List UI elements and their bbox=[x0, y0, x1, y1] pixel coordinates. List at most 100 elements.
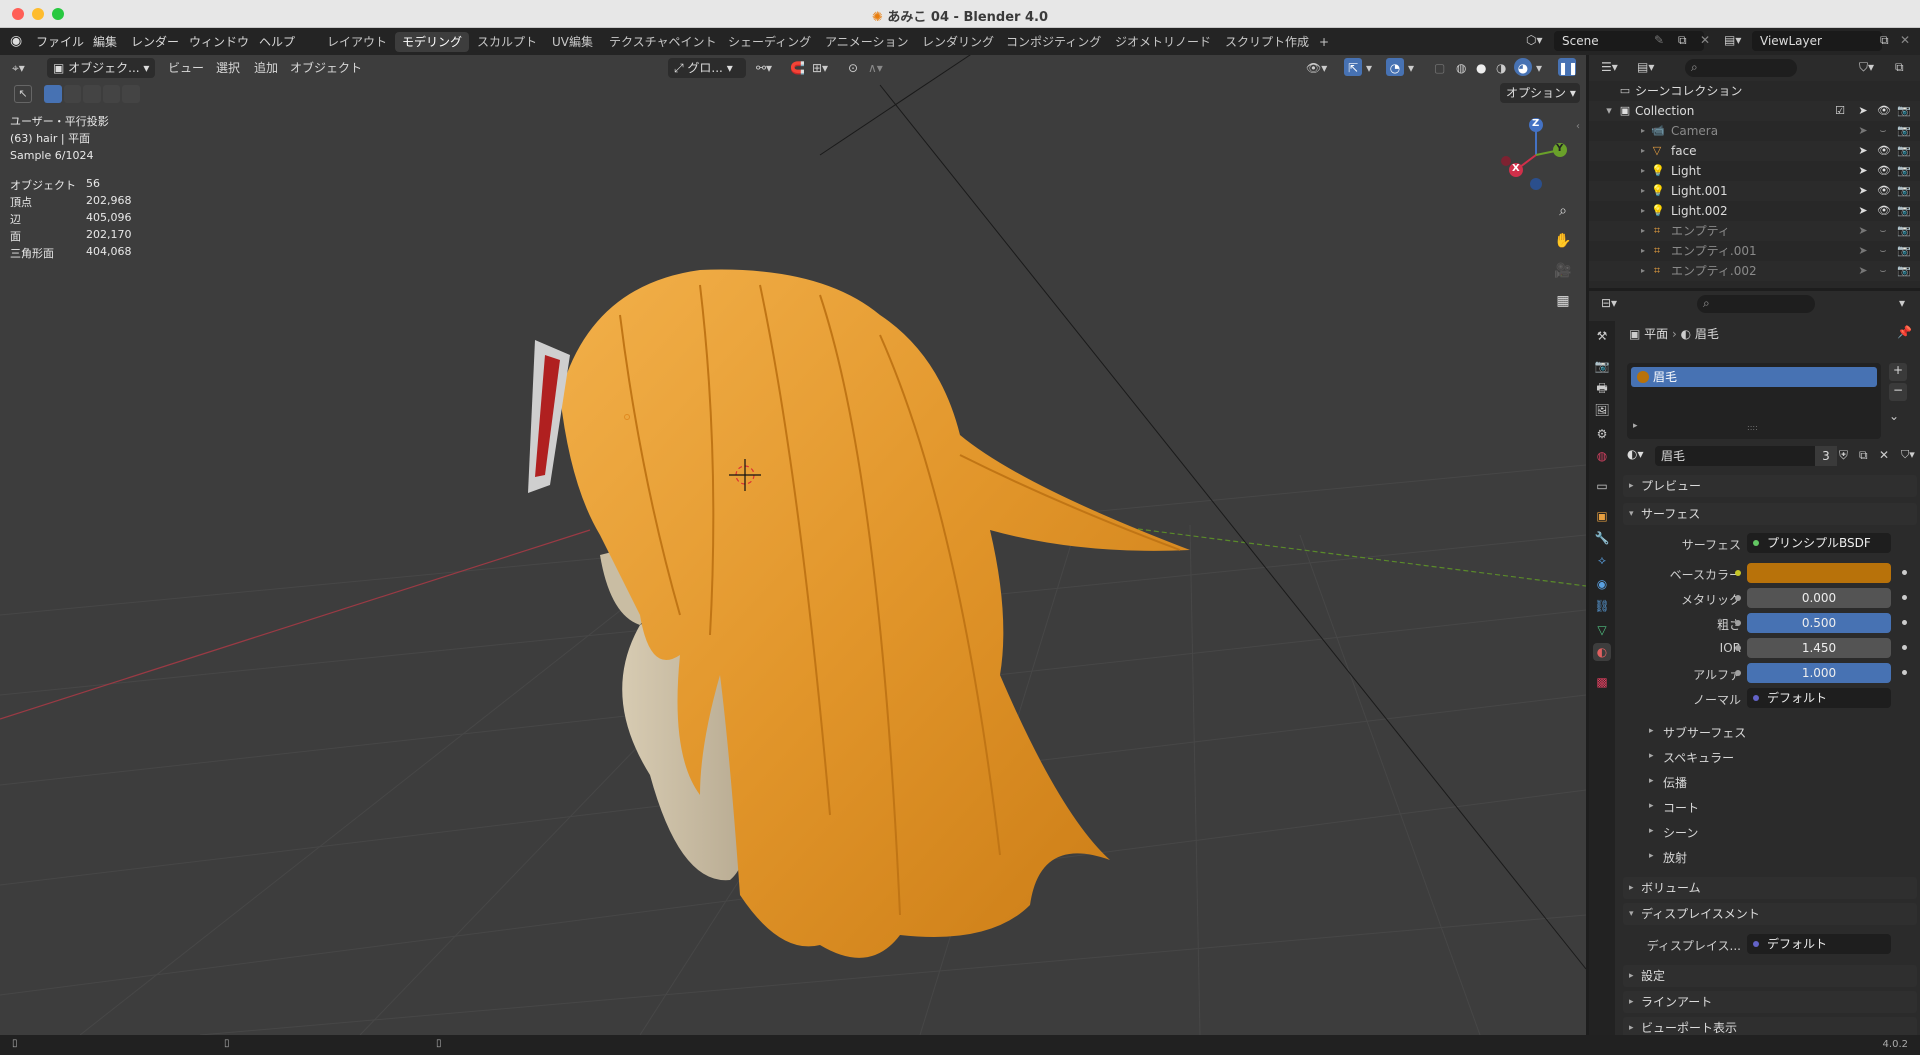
material-slot-row[interactable]: 眉毛 bbox=[1631, 367, 1877, 387]
select-new-icon[interactable] bbox=[44, 85, 62, 103]
pan-hand-icon[interactable]: ✋ bbox=[1549, 227, 1577, 255]
pivot-point-icon[interactable]: ⚯▾ bbox=[756, 58, 772, 78]
surface-prop-value[interactable]: 0.500 bbox=[1735, 613, 1891, 633]
surface-prop-value[interactable]: 1.000 bbox=[1735, 663, 1891, 683]
physics-tab-icon[interactable]: ◉ bbox=[1593, 575, 1611, 593]
outliner-root-row[interactable]: ▭ シーンコレクション bbox=[1589, 81, 1920, 101]
visibility-eye-icon[interactable]: 👁 bbox=[1877, 145, 1891, 157]
visibility-eye-icon[interactable]: 👁 bbox=[1877, 165, 1891, 177]
surface-subpanel[interactable]: ▸ サブサーフェス bbox=[1649, 724, 1746, 741]
outliner-item-row[interactable]: ▸ 💡 Light.001 ➤ 👁 📷 bbox=[1589, 181, 1920, 201]
overlay-toggle-icon[interactable]: ◔ bbox=[1386, 58, 1404, 76]
falloff-icon[interactable]: ∧▾ bbox=[868, 58, 883, 78]
expand-arrow-icon[interactable]: ▸ bbox=[1637, 125, 1649, 137]
hidden-eye-icon[interactable]: ⌣ bbox=[1877, 245, 1889, 257]
view-layer-icon[interactable]: ▤▾ bbox=[1724, 33, 1741, 47]
tab-shading[interactable]: シェーディング bbox=[721, 32, 818, 52]
pin-icon[interactable]: ✎ bbox=[1654, 33, 1664, 47]
material-browse-icon[interactable]: ◐▾ bbox=[1627, 447, 1644, 461]
expand-arrow-icon[interactable]: ▸ bbox=[1637, 145, 1649, 157]
shading-dropdown-icon[interactable]: ▾ bbox=[1536, 58, 1542, 78]
resize-handle[interactable]: :::: bbox=[1747, 423, 1758, 432]
render-camera-icon[interactable]: 📷 bbox=[1897, 145, 1911, 157]
menu-view[interactable]: ビュー bbox=[168, 58, 204, 78]
render-camera-icon[interactable]: 📷 bbox=[1897, 105, 1911, 117]
snap-target-icon[interactable]: ⊞▾ bbox=[812, 58, 828, 78]
material-tab-icon[interactable]: ◐ bbox=[1593, 643, 1611, 661]
outliner-editor-icon[interactable]: ☰▾ bbox=[1601, 60, 1618, 74]
properties-editor-icon[interactable]: ⊟▾ bbox=[1601, 296, 1617, 310]
render-camera-icon[interactable]: 📷 bbox=[1897, 125, 1911, 137]
filter-icon[interactable]: ⛉▾ bbox=[1859, 60, 1874, 75]
selectable-icon[interactable]: ➤ bbox=[1857, 265, 1869, 277]
keyframe-dot-icon[interactable] bbox=[1902, 595, 1907, 600]
outliner-search-input[interactable]: ⌕ bbox=[1685, 59, 1797, 77]
transform-orientation-select[interactable]: ⤢ グロ... ▾ bbox=[668, 58, 746, 78]
surface-prop-value[interactable]: 1.450 bbox=[1735, 638, 1891, 658]
outliner-item-row[interactable]: ▸ ⌗ エンプティ.001 ➤ ⌣ 📷 bbox=[1589, 241, 1920, 261]
link-icon[interactable]: ⛉▾ bbox=[1901, 448, 1915, 462]
render-camera-icon[interactable]: 📷 bbox=[1897, 205, 1911, 217]
section-displacement[interactable]: ▾ ディスプレイスメント bbox=[1623, 903, 1917, 925]
unlink-material-icon[interactable]: ✕ bbox=[1879, 448, 1889, 462]
surface-subpanel[interactable]: ▸ 伝播 bbox=[1649, 774, 1687, 791]
slot-expand-icon[interactable]: ▸ bbox=[1633, 421, 1638, 431]
add-slot-icon[interactable]: + bbox=[1889, 363, 1907, 381]
user-count[interactable]: 3 bbox=[1815, 446, 1837, 466]
section-volume[interactable]: ▸ ボリューム bbox=[1623, 877, 1917, 899]
output-tab-icon[interactable]: 🖶 bbox=[1593, 379, 1611, 397]
menu-edit[interactable]: 編集 bbox=[93, 33, 117, 50]
surface-subpanel[interactable]: ▸ 放射 bbox=[1649, 849, 1687, 866]
tab-animation[interactable]: アニメーション bbox=[818, 32, 916, 52]
section-preview[interactable]: ▸ プレビュー bbox=[1623, 475, 1917, 497]
surface-prop-value[interactable]: デフォルト bbox=[1747, 688, 1891, 708]
menu-add[interactable]: 追加 bbox=[254, 58, 278, 78]
render-tab-icon[interactable]: 📷 bbox=[1593, 357, 1611, 375]
select-invert-icon[interactable] bbox=[102, 85, 121, 103]
delete-scene-icon[interactable]: ✕ bbox=[1700, 33, 1710, 47]
duplicate-material-icon[interactable]: ⧉ bbox=[1859, 448, 1868, 463]
gizmo-toggle-icon[interactable]: ⇱ bbox=[1344, 58, 1362, 76]
wireframe-shading-icon[interactable]: ◍ bbox=[1456, 58, 1466, 78]
menu-file[interactable]: ファイル bbox=[36, 33, 84, 50]
view-layer-field[interactable]: ViewLayer bbox=[1752, 31, 1882, 51]
expand-arrow-icon[interactable]: ▸ bbox=[1637, 225, 1649, 237]
render-camera-icon[interactable]: 📷 bbox=[1897, 185, 1911, 197]
outliner-item-row[interactable]: ▸ 💡 Light.002 ➤ 👁 📷 bbox=[1589, 201, 1920, 221]
render-camera-icon[interactable]: 📷 bbox=[1897, 165, 1911, 177]
mode-select[interactable]: ▣ オブジェク... ▾ bbox=[47, 58, 155, 78]
selectable-icon[interactable]: ➤ bbox=[1857, 245, 1869, 257]
visibility-eye-icon[interactable]: 👁 bbox=[1877, 105, 1891, 117]
gizmo-dropdown-icon[interactable]: ▾ bbox=[1366, 58, 1372, 78]
solid-shading-icon[interactable]: ● bbox=[1476, 58, 1486, 78]
visibility-icon[interactable]: 👁▾ bbox=[1306, 58, 1327, 78]
object-tab-icon[interactable]: ▣ bbox=[1593, 507, 1611, 525]
tab-layout[interactable]: レイアウト bbox=[320, 32, 394, 52]
material-shading-icon[interactable]: ◑ bbox=[1496, 58, 1506, 78]
select-intersect-icon[interactable] bbox=[122, 85, 140, 103]
tool-tab-icon[interactable]: ⚒ bbox=[1593, 327, 1611, 345]
options-dropdown[interactable]: オプション ▾ bbox=[1500, 83, 1580, 103]
expand-arrow-icon[interactable]: ▸ bbox=[1637, 245, 1649, 257]
outliner-collection-row[interactable]: ▾ ▣ Collection ☑ ➤ 👁 📷 bbox=[1589, 101, 1920, 121]
collection-tab-icon[interactable]: ▭ bbox=[1593, 477, 1611, 495]
menu-object[interactable]: オブジェクト bbox=[290, 58, 362, 78]
tab-geometry-nodes[interactable]: ジオメトリノード bbox=[1108, 32, 1218, 52]
menu-window[interactable]: ウィンドウ bbox=[189, 33, 249, 50]
keyframe-dot-icon[interactable] bbox=[1902, 645, 1907, 650]
modifier-tab-icon[interactable]: 🔧 bbox=[1593, 529, 1611, 547]
surface-prop-value[interactable] bbox=[1735, 563, 1891, 583]
material-name-field[interactable]: 眉毛 bbox=[1655, 446, 1815, 466]
constraints-tab-icon[interactable]: ⛓ bbox=[1593, 597, 1611, 615]
tab-uv-editing[interactable]: UV編集 bbox=[545, 32, 600, 52]
expand-arrow-icon[interactable]: ▸ bbox=[1637, 165, 1649, 177]
section-settings[interactable]: ▸ 設定 bbox=[1623, 965, 1917, 987]
section-viewport-display[interactable]: ▸ ビューポート表示 bbox=[1623, 1017, 1917, 1035]
surface-prop-value[interactable]: プリンシプルBSDF bbox=[1747, 533, 1891, 553]
new-collection-icon[interactable]: ⧉ bbox=[1895, 60, 1904, 75]
outliner-item-row[interactable]: ▸ ▽ face ➤ 👁 📷 bbox=[1589, 141, 1920, 161]
tab-rendering[interactable]: レンダリング bbox=[915, 32, 1001, 52]
tab-modeling[interactable]: モデリング bbox=[395, 32, 470, 52]
visibility-eye-icon[interactable]: 👁 bbox=[1877, 185, 1891, 197]
render-camera-icon[interactable]: 📷 bbox=[1897, 245, 1911, 257]
